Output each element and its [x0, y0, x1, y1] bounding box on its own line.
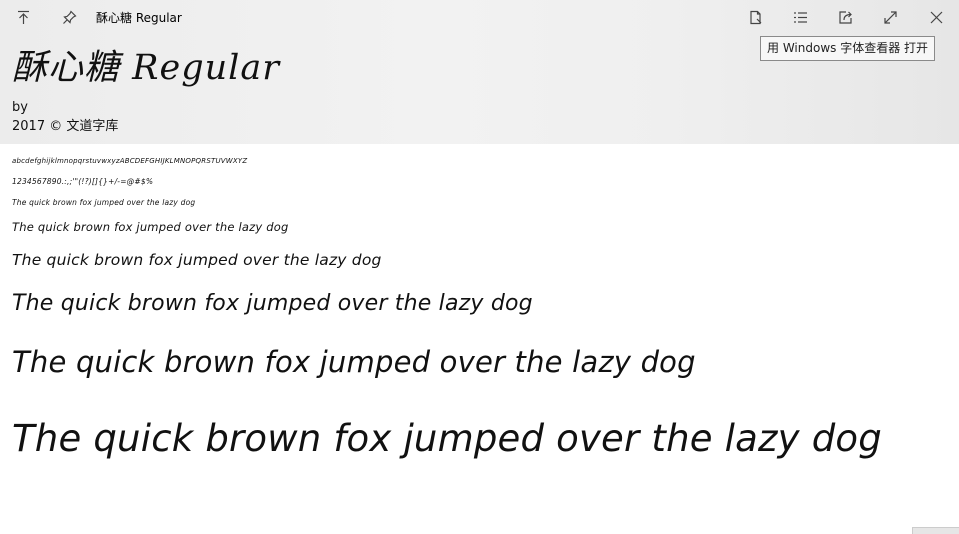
sample-pangram-size-2: The quick brown fox jumped over the lazy…: [12, 220, 289, 234]
close-icon[interactable]: [913, 0, 959, 34]
sample-pangram-size-3: The quick brown fox jumped over the lazy…: [12, 251, 382, 269]
font-preview-header: 酥心糖 Regular 用 Windows 字体查看器 打开 酥心糖 Regul…: [0, 0, 959, 144]
font-copyright: 2017 © 文道字库: [12, 119, 119, 134]
sample-pangram-size-6: The quick brown fox jumped over the lazy…: [12, 417, 882, 460]
sample-digits: 1234567890.:,;'"(!?)[]{}+/-=@#$%: [12, 177, 154, 186]
sample-alphabet: abcdefghijklmnopqrstuvwxyzABCDEFGHIJKLMN…: [12, 157, 248, 165]
sample-pangram-size-4: The quick brown fox jumped over the lazy…: [12, 291, 533, 316]
share-icon[interactable]: [822, 0, 868, 34]
open-in-font-viewer-tooltip: 用 Windows 字体查看器 打开: [760, 36, 936, 61]
list-icon[interactable]: [777, 0, 823, 34]
font-name-heading: 酥心糖 Regular: [12, 48, 280, 88]
font-author-label: by: [12, 100, 28, 115]
sample-pangram-size-5: The quick brown fox jumped over the lazy…: [12, 345, 696, 379]
expand-icon[interactable]: [867, 0, 913, 34]
sample-pangram-size-1: The quick brown fox jumped over the lazy…: [12, 198, 196, 207]
print-icon[interactable]: [732, 0, 778, 34]
arrow-up-icon[interactable]: [0, 0, 46, 34]
pin-icon[interactable]: [46, 0, 92, 34]
resize-grip[interactable]: [912, 527, 959, 534]
titlebar: 酥心糖 Regular: [0, 0, 959, 34]
window-title: 酥心糖 Regular: [96, 11, 182, 25]
